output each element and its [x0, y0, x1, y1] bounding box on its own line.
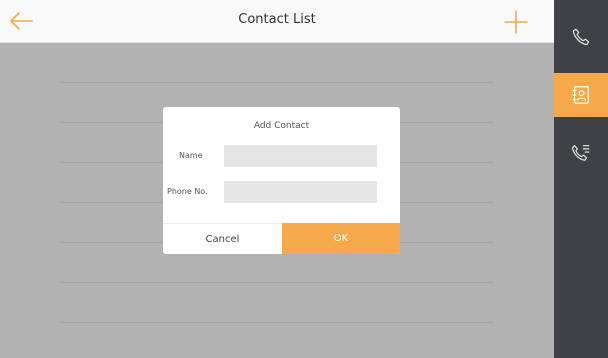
main-panel: Contact List Add Contact Name Phone No. … [0, 0, 554, 358]
plus-icon [504, 10, 528, 34]
phone-field[interactable] [224, 181, 377, 203]
sidebar [554, 0, 608, 358]
sidebar-item-call[interactable] [554, 15, 608, 59]
ok-button[interactable]: OK [282, 223, 400, 254]
phone-icon [572, 28, 590, 46]
name-label: Name [179, 151, 203, 160]
top-bar: Contact List [0, 0, 554, 43]
contacts-icon [572, 86, 589, 104]
add-contact-button[interactable] [503, 9, 529, 35]
cancel-button[interactable]: Cancel [163, 223, 282, 254]
add-contact-dialog: Add Contact Name Phone No. Cancel OK [163, 107, 400, 254]
phone-label: Phone No. [167, 187, 208, 196]
call-log-icon [571, 145, 590, 161]
sidebar-item-contacts[interactable] [554, 73, 608, 117]
sidebar-item-call-log[interactable] [554, 131, 608, 175]
page-title: Contact List [238, 12, 316, 27]
name-field[interactable] [224, 145, 377, 167]
dialog-title: Add Contact [253, 121, 310, 131]
